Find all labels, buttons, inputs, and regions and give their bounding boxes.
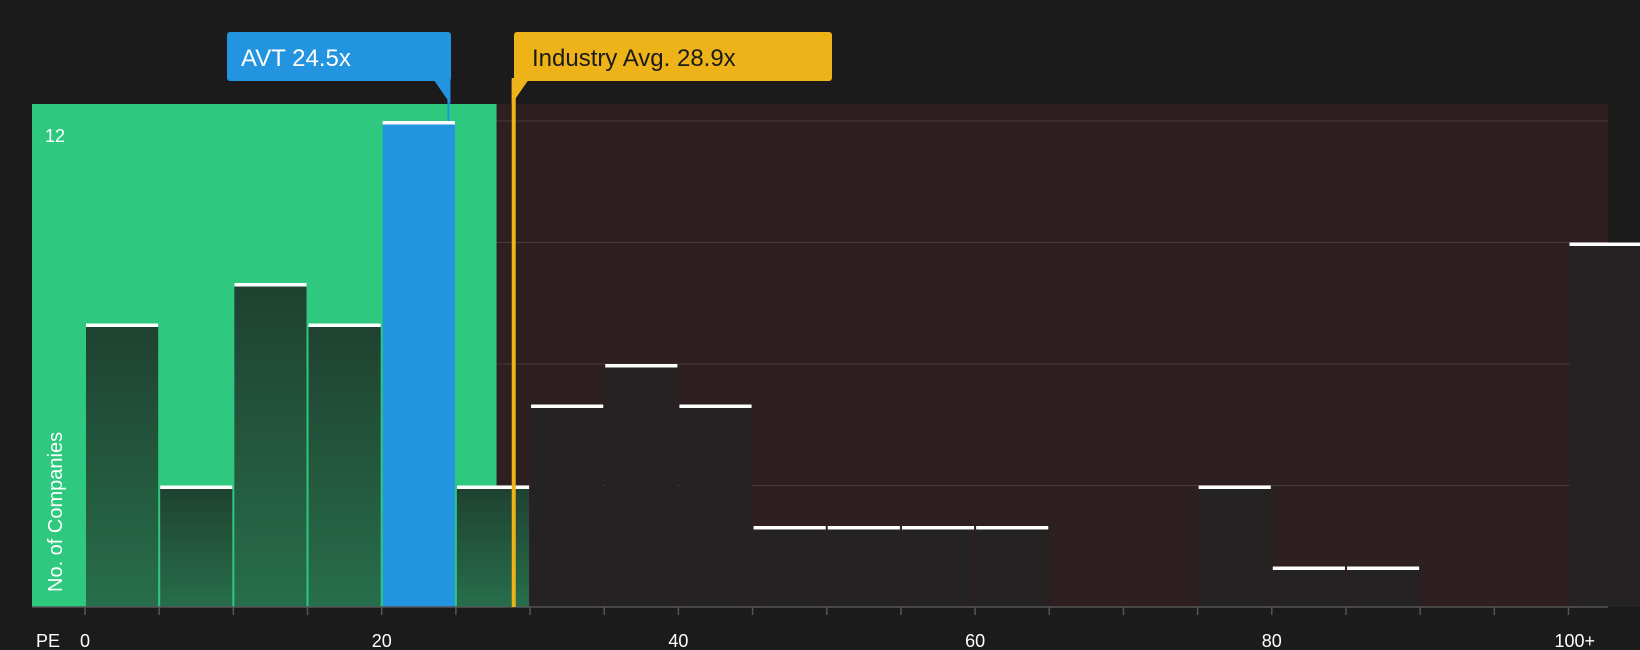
bar-cap [382,121,455,125]
x-tick-label: 40 [668,631,688,650]
bar-cap [976,526,1049,530]
bar-cap [1272,566,1345,570]
histogram-bar [679,404,752,607]
chart-svg: 12 No. of Companies 0 20 40 60 80 100+ PE Ind… [32,32,1640,650]
pe-distribution-chart: 12 No. of Companies 0 20 40 60 80 100+ PE Ind… [0,0,1640,650]
x-tick-label: 80 [1262,631,1282,650]
company-pe-label: AVT 24.5x [241,45,351,72]
bar-cap [234,283,307,287]
y-axis-label: No. of Companies [45,432,67,592]
histogram-bar [456,485,530,607]
bar-cap [308,323,381,327]
bar-cap [456,485,530,489]
bar-cap [827,526,900,530]
bar-cap [1198,485,1271,489]
histogram-bar [160,485,233,607]
histogram-bar [1272,566,1345,607]
bar-cap [1569,242,1640,246]
histogram-bar [86,323,159,607]
bar-cap [160,485,233,489]
industry-average-label: Industry Avg. 28.9x [532,45,736,72]
x-tick-label: 0 [80,631,90,650]
bar-cap [1346,566,1420,570]
bar-cap [86,323,159,327]
highlight-bar [382,121,455,607]
x-axis-ticks: 0 20 40 60 80 100+ [80,607,1595,650]
histogram-bar [308,323,381,607]
histogram-bar [1569,242,1640,607]
histogram-bar [827,526,900,607]
bar-cap [679,404,752,408]
histogram-bar [531,404,604,607]
bar-cap [531,404,604,408]
histogram-bar [1198,485,1271,607]
histogram-bar [901,526,975,607]
histogram-bar [605,364,678,607]
x-tick-label: 60 [965,631,985,650]
histogram-bar [1346,566,1420,607]
bar-cap [753,526,826,530]
histogram-bar [753,526,826,607]
x-tick-label: 100+ [1555,631,1596,650]
bar-cap [605,364,678,368]
histogram-bar [234,283,307,607]
x-axis-label: PE [36,631,60,650]
bar-cap [901,526,975,530]
x-tick-label: 20 [372,631,392,650]
histogram-bar [976,526,1049,607]
y-axis-max-label: 12 [45,126,65,146]
